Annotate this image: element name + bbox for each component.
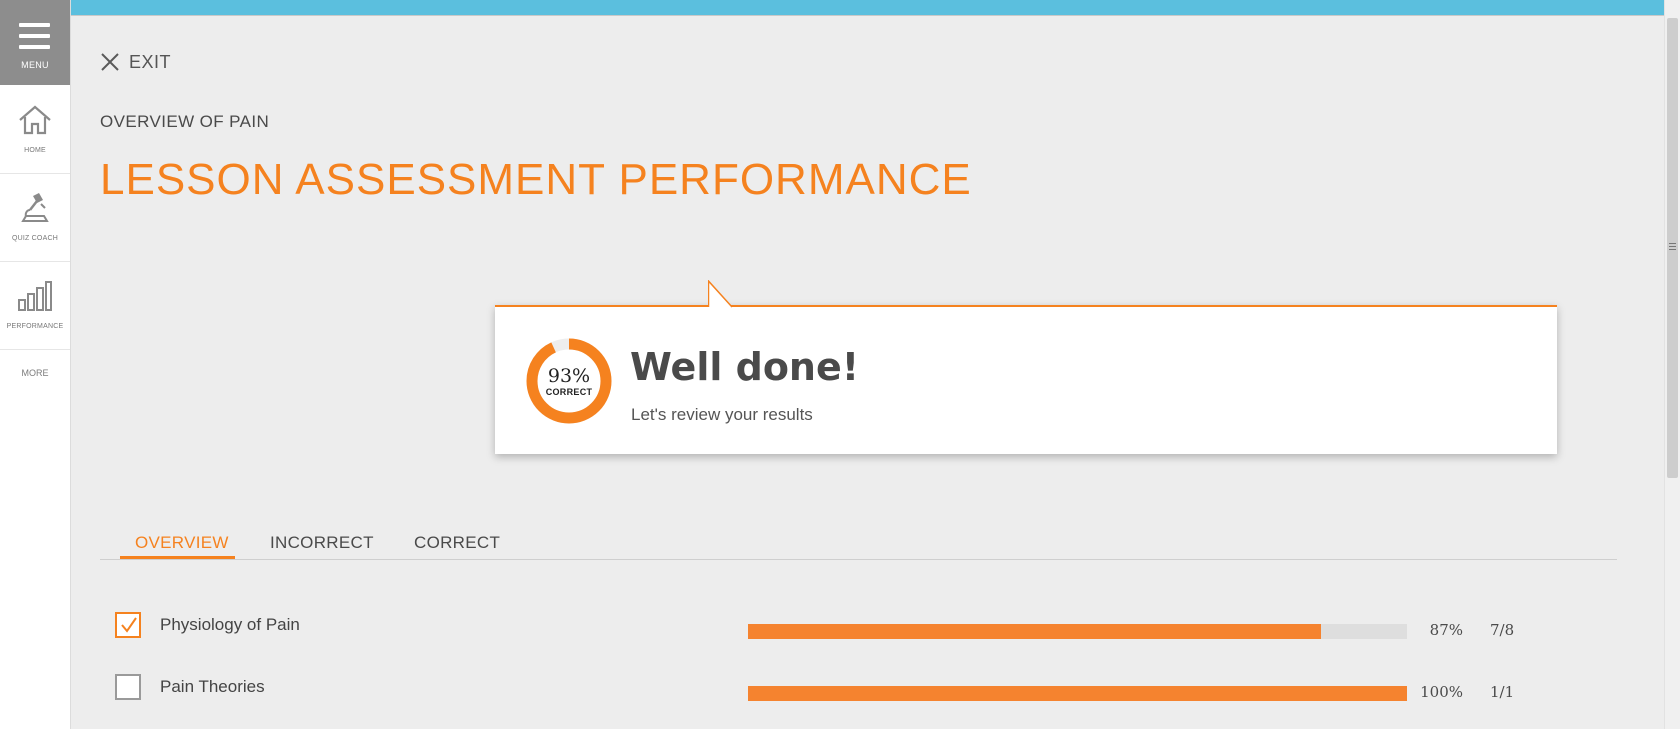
sidebar-item-label: HOME xyxy=(24,147,46,154)
top-accent-bar xyxy=(0,0,1680,15)
topic-progress-fill xyxy=(748,624,1322,639)
sidebar-item-label: PERFORMANCE xyxy=(6,323,64,330)
home-icon xyxy=(19,105,51,135)
sidebar-item-performance[interactable]: PERFORMANCE xyxy=(0,262,70,350)
quiz-coach-icon xyxy=(21,193,49,222)
sidebar-item-home[interactable]: HOME xyxy=(0,86,70,174)
result-heading: Well done! xyxy=(630,345,860,389)
tab-overview[interactable]: OVERVIEW xyxy=(135,533,229,553)
exit-label: EXIT xyxy=(129,51,172,72)
topic-progress-fill xyxy=(748,686,1407,701)
vertical-scrollbar[interactable] xyxy=(1664,0,1680,729)
checkmark-icon xyxy=(121,617,137,633)
topic-percent: 87% xyxy=(1429,621,1463,639)
sidebar: MENU HOME QUIZ COACH PERFORMANCE MORE xyxy=(0,0,71,729)
topic-progress-bar xyxy=(748,686,1407,701)
scrollbar-grip-icon xyxy=(1669,243,1676,252)
lesson-eyebrow: OVERVIEW OF PAIN xyxy=(100,112,270,131)
topic-row: Physiology of Pain 87% 7/8 xyxy=(100,607,1617,647)
tab-incorrect[interactable]: INCORRECT xyxy=(270,533,374,553)
score-label: CORRECT xyxy=(545,387,593,397)
topic-name: Pain Theories xyxy=(160,677,265,696)
topic-checkbox[interactable] xyxy=(115,674,141,700)
active-tab-indicator xyxy=(120,556,235,559)
performance-icon xyxy=(18,281,52,311)
page-title: LESSON ASSESSMENT PERFORMANCE xyxy=(100,155,972,204)
close-icon xyxy=(101,53,119,71)
topic-name: Physiology of Pain xyxy=(160,615,300,634)
topic-percent: 100% xyxy=(1420,683,1463,701)
sidebar-item-quiz-coach[interactable]: QUIZ COACH xyxy=(0,174,70,262)
results-tabs: OVERVIEW INCORRECT CORRECT xyxy=(100,527,1617,560)
topic-row: Pain Theories 100% 1/1 xyxy=(100,669,1617,709)
topic-score: 1/1 xyxy=(1490,683,1515,701)
results-card: 93% CORRECT Well done! Let's review your… xyxy=(495,305,1557,454)
result-subheading: Let's review your results xyxy=(631,405,813,424)
topic-score: 7/8 xyxy=(1490,621,1515,639)
results-callout: 93% CORRECT Well done! Let's review your… xyxy=(495,280,1557,454)
topic-progress-bar xyxy=(748,624,1407,639)
callout-notch xyxy=(708,280,738,308)
tab-correct[interactable]: CORRECT xyxy=(414,533,500,553)
hamburger-icon xyxy=(19,23,50,51)
sidebar-more[interactable]: MORE xyxy=(0,368,70,378)
exit-button[interactable]: EXIT xyxy=(100,50,171,74)
topic-checkbox[interactable] xyxy=(115,612,141,638)
score-percent: 93% xyxy=(547,365,591,387)
sidebar-item-label: QUIZ COACH xyxy=(12,235,58,242)
menu-label: MENU xyxy=(21,60,49,70)
top-divider xyxy=(70,15,1664,16)
menu-button[interactable]: MENU xyxy=(0,0,70,85)
